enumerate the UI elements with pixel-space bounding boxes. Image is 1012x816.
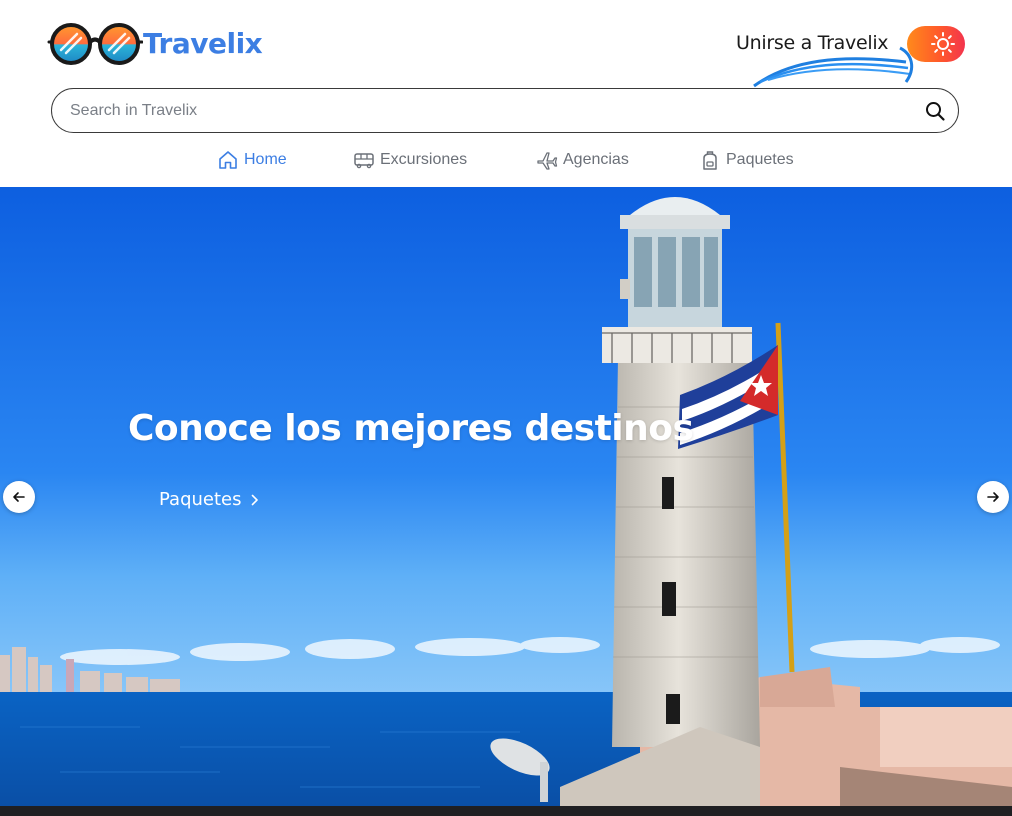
hero-title: Conoce los mejores destinos <box>128 408 694 449</box>
hero-image <box>0 187 1012 806</box>
bus-icon <box>354 153 374 169</box>
search-input[interactable] <box>68 89 912 133</box>
nav-item-paquetes[interactable]: Paquetes <box>699 145 794 175</box>
hero-paquetes-link[interactable]: Paquetes <box>159 489 262 510</box>
brand-logo[interactable]: Travelix <box>47 20 263 68</box>
nav-item-label: Paquetes <box>726 151 794 168</box>
main-nav: Home Excursiones Agencias Paquetes <box>0 145 1012 175</box>
carousel-prev-button[interactable] <box>3 481 35 513</box>
nav-item-home[interactable]: Home <box>217 145 287 175</box>
page-bottom-bar <box>0 806 1012 816</box>
home-icon <box>219 151 237 169</box>
nav-item-label: Home <box>244 151 287 168</box>
search-bar <box>51 88 959 133</box>
nav-item-excursiones[interactable]: Excursiones <box>353 145 467 175</box>
sun-icon <box>931 32 955 56</box>
backpack-icon <box>703 151 717 170</box>
hero-link-label: Paquetes <box>159 489 242 510</box>
arrow-right-icon <box>987 492 999 502</box>
nav-item-label: Agencias <box>563 151 629 168</box>
nav-item-agencias[interactable]: Agencias <box>536 145 629 175</box>
arrow-left-icon <box>13 492 25 502</box>
join-travelix-link[interactable]: Unirse a Travelix <box>736 32 889 54</box>
theme-toggle[interactable] <box>907 26 965 62</box>
chevron-right-icon <box>251 494 258 505</box>
site-header: Travelix Unirse a Travelix Search in Tra… <box>0 0 1012 187</box>
sunglasses-logo-icon <box>47 23 143 65</box>
nav-item-label: Excursiones <box>380 151 468 168</box>
plane-icon <box>537 152 558 170</box>
search-icon[interactable] <box>924 100 946 122</box>
carousel-next-button[interactable] <box>977 481 1009 513</box>
brand-name: Travelix <box>143 27 263 60</box>
hero-carousel: Conoce los mejores destinos Paquetes <box>0 187 1012 806</box>
